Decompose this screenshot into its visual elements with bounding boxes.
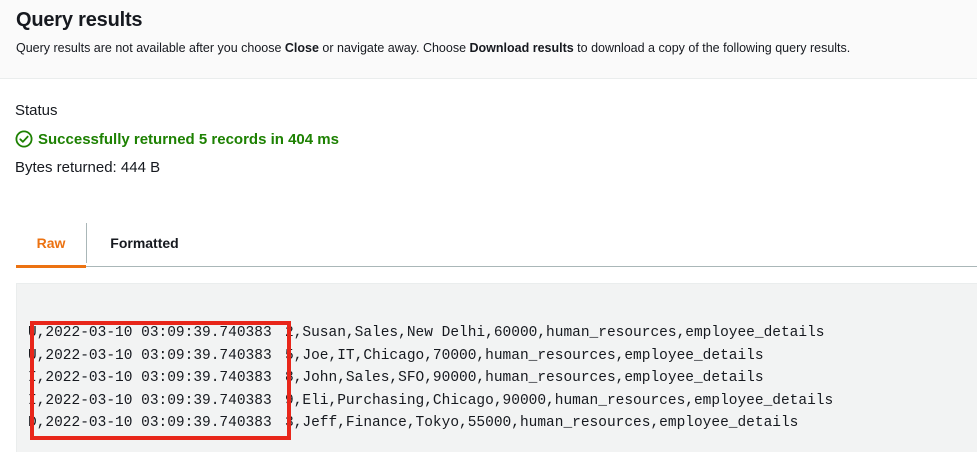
row-metadata: I,2022-03-10 03:09:39.740383 [28, 392, 272, 409]
row-data: 3,Jeff,Finance,Tokyo,55000,human_resourc… [285, 415, 799, 431]
description-download-term: Download results [469, 41, 574, 55]
result-row: U,2022-03-10 03:09:39.740383 2,Susan,Sale… [28, 322, 825, 344]
row-data: 9,Eli,Purchasing,Chicago,90000,human_res… [285, 392, 834, 409]
row-data: 2,Susan,Sales,New Delhi,60000,human_reso… [285, 325, 825, 341]
result-row: U,2022-03-10 03:09:39.740383 5,Joe,IT,Chi… [28, 345, 764, 367]
status-message-text: Successfully returned 5 records in 404 m… [38, 130, 339, 148]
page-title: Query results [16, 9, 143, 31]
description-text: to download a copy of the following quer… [573, 41, 851, 55]
status-label: Status [15, 102, 58, 119]
tab-formatted[interactable]: Formatted [87, 220, 202, 266]
query-results-header: Query results Query results are not avai… [0, 0, 977, 79]
row-data: 5,Joe,IT,Chicago,70000,human_resources,e… [285, 347, 764, 364]
row-metadata: U,2022-03-10 03:09:39.740383 [28, 325, 272, 341]
result-row: I,2022-03-10 03:09:39.740383 9,Eli,Purcha… [28, 390, 833, 412]
row-metadata: I,2022-03-10 03:09:39.740383 [28, 370, 272, 386]
page-description: Query results are not available after yo… [16, 41, 850, 55]
row-metadata: D,2022-03-10 03:09:39.740383 [28, 415, 272, 431]
bytes-returned: Bytes returned: 444 B [15, 159, 161, 176]
description-close-term: Close [284, 41, 319, 55]
row-metadata: U,2022-03-10 03:09:39.740383 [28, 347, 272, 364]
row-data: 8,John,Sales,SFO,90000,human_resources,e… [285, 370, 764, 386]
raw-results-panel: U,2022-03-10 03:09:39.740383 2,Susan,Sale… [16, 283, 977, 452]
status-message: Successfully returned 5 records in 404 m… [15, 129, 339, 149]
tab-raw[interactable]: Raw [16, 220, 86, 268]
result-row: I,2022-03-10 03:09:39.740383 8,John,Sales… [28, 367, 764, 389]
results-tabs: Raw Formatted [16, 220, 977, 268]
check-circle-icon [15, 130, 33, 148]
result-row: D,2022-03-10 03:09:39.740383 3,Jeff,Finan… [28, 412, 798, 434]
description-text: Query results are not available after yo… [16, 41, 285, 55]
description-text: or navigate away. Choose [318, 41, 470, 55]
